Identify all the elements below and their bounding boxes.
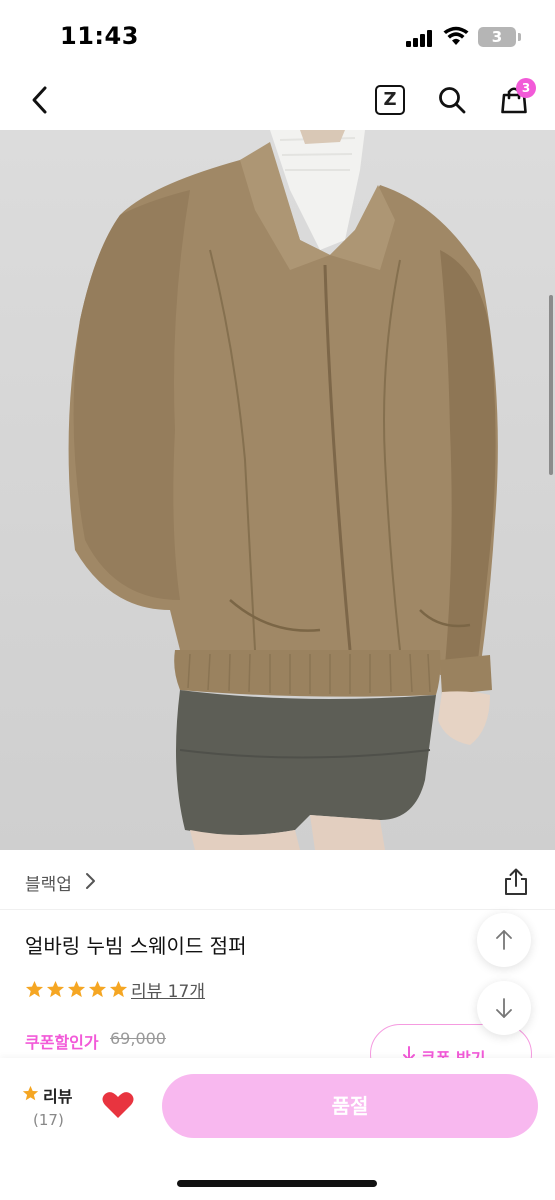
zigzag-logo-button[interactable]: Z [370,80,410,120]
star-icon [25,980,44,998]
wifi-icon [443,26,469,45]
cellular-signal-icon [406,29,434,47]
star-icon [67,980,86,998]
screen: 11:43 3 Z 3 블랙업 얼바링 누빔 스웨이드 점퍼 리뷰 17개 쿠폰… [0,0,555,1200]
search-icon [439,87,466,114]
star-icon [88,980,107,998]
product-photo-illustration [68,130,498,850]
rating-stars [25,980,128,1000]
coupon-price-label: 쿠폰할인가 [25,1033,99,1052]
battery-tip [518,33,521,41]
search-button[interactable] [432,80,472,120]
brand-row[interactable]: 블랙업 [0,858,555,910]
review-count-link[interactable]: 리뷰 17개 [131,977,205,1002]
heart-icon[interactable] [101,1090,135,1120]
image-scroll-indicator [549,295,553,475]
back-icon [32,86,47,114]
share-icon [505,868,527,895]
bottom-review-count: (17) [33,1111,64,1129]
bottom-review-label[interactable]: 리뷰 [43,1083,72,1107]
status-bar: 11:43 3 [0,0,555,70]
original-price: 69,000 [110,1029,166,1048]
product-image[interactable] [0,130,555,850]
bottom-action-bar: 리뷰 (17) 품절 [0,1058,555,1200]
share-button[interactable] [500,866,532,898]
battery-icon: 3 [478,27,516,47]
star-icon [109,980,128,998]
arrow-up-icon [496,930,512,950]
product-title: 얼바링 누빔 스웨이드 점퍼 [25,934,247,958]
scroll-down-button[interactable] [477,981,531,1035]
chevron-right-icon [86,873,95,889]
brand-name[interactable]: 블랙업 [25,870,72,895]
arrow-down-icon [496,998,512,1018]
star-icon [46,980,65,998]
zigzag-logo-icon: Z [375,85,405,115]
star-icon [22,1085,39,1101]
cart-count-badge: 3 [516,78,536,98]
top-nav: Z 3 [0,70,555,130]
battery-level: 3 [491,28,503,46]
home-indicator [177,1180,377,1187]
scroll-up-button[interactable] [477,913,531,967]
back-button[interactable] [20,80,60,120]
cart-button[interactable]: 3 [494,78,536,120]
status-time: 11:43 [60,22,139,50]
sold-out-button[interactable]: 품절 [162,1074,538,1138]
